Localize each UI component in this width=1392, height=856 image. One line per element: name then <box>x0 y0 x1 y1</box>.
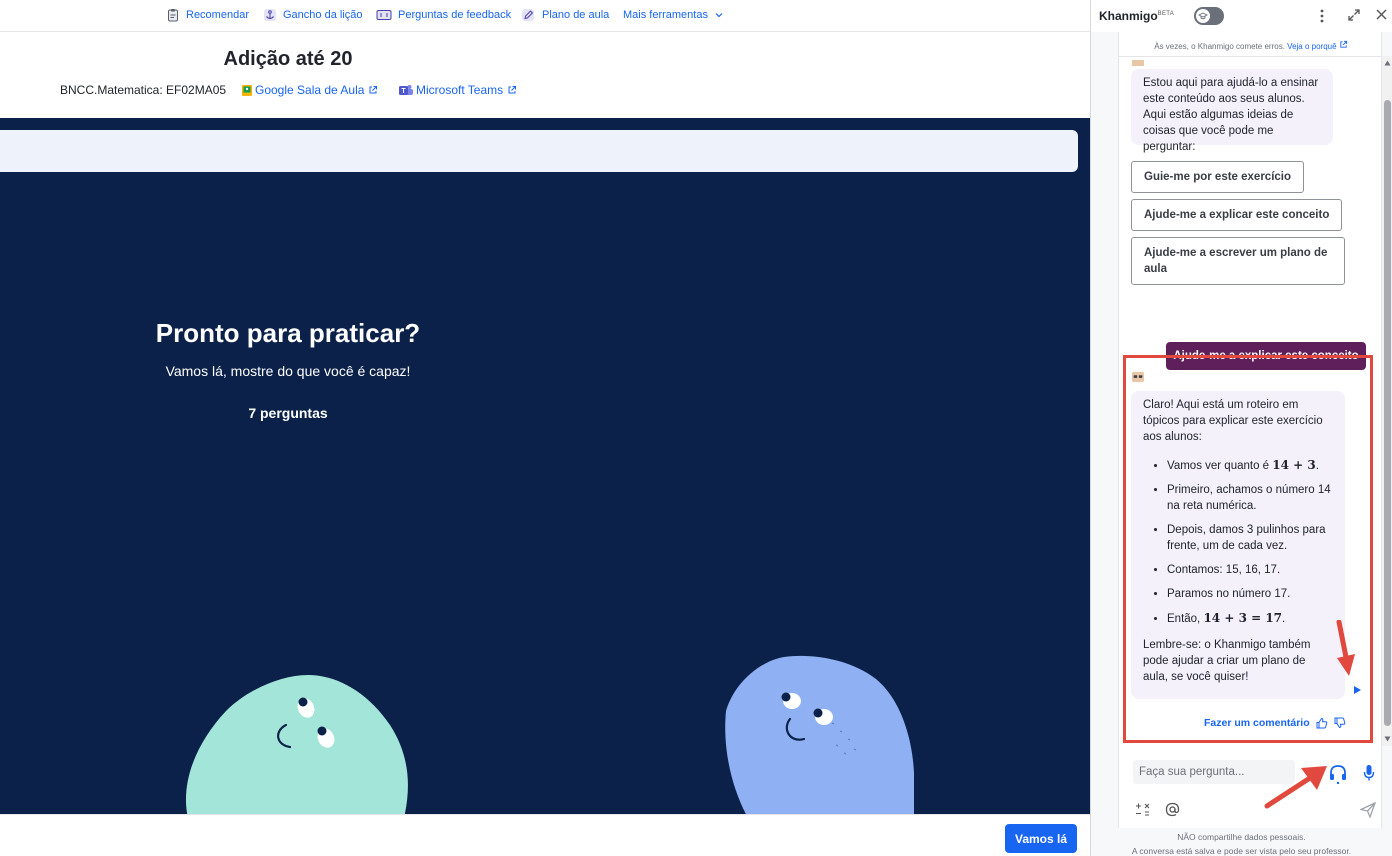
scroll-up-icon[interactable] <box>1384 60 1391 66</box>
list-item: Contamos: 15, 16, 17. <box>1167 562 1333 578</box>
khanmigo-title-text: Khanmigo <box>1099 9 1158 23</box>
lesson-header: Adição até 20 BNCC.Matematica: EF02MA05 … <box>0 33 1090 118</box>
khanmigo-avatar <box>1132 60 1144 66</box>
scroll-down-icon[interactable] <box>1384 736 1391 742</box>
math-expression: 14 + 3 <box>1272 458 1316 472</box>
intro-message: Estou aqui para ajudá-lo a ensinar este … <box>1131 69 1333 153</box>
khanmigo-title: KhanmigoBETA <box>1099 9 1174 23</box>
clipboard-icon <box>168 9 178 22</box>
google-classroom-label: Google Sala de Aula <box>255 83 365 97</box>
teams-icon: T <box>399 85 413 95</box>
ticket-icon <box>376 10 392 20</box>
send-icon[interactable] <box>1360 802 1376 818</box>
more-tools-label: Mais ferramentas <box>623 9 708 21</box>
feedback-row: Fazer um comentário <box>1204 717 1346 729</box>
feedback-questions-label: Perguntas de feedback <box>398 9 512 21</box>
khanmigo-avatar <box>1132 371 1144 383</box>
khanmigo-header: KhanmigoBETA <box>1091 0 1392 32</box>
chat-scrollbar[interactable] <box>1382 56 1392 746</box>
lesson-pane: Recomendar Gancho da lição Perguntas de … <box>0 0 1090 856</box>
graduation-cap-icon <box>1198 12 1208 20</box>
close-icon[interactable] <box>1375 8 1388 24</box>
headphones-icon[interactable] <box>1329 764 1347 784</box>
green-rock-character <box>185 675 408 814</box>
answer-outro: Lembre-se: o Khanmigo também pode ajudar… <box>1143 639 1311 683</box>
svg-text:T: T <box>401 88 406 95</box>
suggestion-write-lesson-plan[interactable]: Ajude-me a escrever um plano de aula <box>1131 237 1345 285</box>
recommend-button[interactable]: Recomendar <box>166 6 249 24</box>
google-classroom-icon <box>242 84 252 96</box>
khanmigo-toggle[interactable] <box>1194 7 1224 25</box>
bullet-text: Então, <box>1167 613 1201 625</box>
feedback-questions-button[interactable]: Perguntas de feedback <box>376 6 511 24</box>
list-item: Primeiro, achamos o número 14 na reta nu… <box>1167 482 1333 514</box>
external-link-icon <box>508 86 517 94</box>
privacy-notice-2: A conversa está salva e pode ser vista p… <box>1131 846 1352 856</box>
toggle-knob <box>1196 9 1210 23</box>
why-link[interactable]: Veja o porquê <box>1287 40 1348 51</box>
blue-rock-character <box>725 655 914 814</box>
suggestion-explain-concept[interactable]: Ajude-me a explicar este conceito <box>1131 199 1343 231</box>
lesson-hook-label: Gancho da lição <box>283 9 363 21</box>
comment-link[interactable]: Fazer um comentário <box>1204 717 1310 729</box>
ai-disclaimer: Às vezes, o Khanmigo comete erros. Veja … <box>1119 40 1383 51</box>
at-mention-icon[interactable] <box>1165 802 1180 817</box>
play-audio-icon[interactable] <box>1352 685 1362 695</box>
bncc-standard: BNCC.Matematica: EF02MA05 <box>60 83 227 97</box>
anchor-icon <box>264 9 276 21</box>
question-count: 7 perguntas <box>248 405 328 421</box>
bullet-text: Vamos ver quanto é <box>1167 460 1270 472</box>
suggestion-guide-exercise[interactable]: Guie-me por este exercício <box>1131 161 1305 193</box>
scrollbar-thumb[interactable] <box>1384 100 1391 726</box>
list-item: Paramos no número 17. <box>1167 586 1333 602</box>
chevron-down-icon <box>715 13 723 18</box>
practice-subtitle: Vamos lá, mostre do que você é capaz! <box>165 363 411 379</box>
answer-intro: Claro! Aqui está um roteiro em tópicos p… <box>1143 399 1323 443</box>
lesson-plan-button[interactable]: Plano de aula <box>521 6 609 24</box>
chat-panel: Às vezes, o Khanmigo comete erros. Veja … <box>1118 32 1392 828</box>
annotation-arrow-icon <box>1264 766 1327 809</box>
khanmigo-sidebar: KhanmigoBETA Às vezes, o Khanmigo comete… <box>1091 0 1392 856</box>
annotation-arrow-icon <box>1336 620 1355 676</box>
microsoft-teams-link[interactable]: T Microsoft Teams <box>399 83 517 97</box>
expand-icon[interactable] <box>1347 8 1361 25</box>
privacy-notice: NÃO compartilhe dados pessoais. <box>1177 832 1306 842</box>
math-expression: 14 + 3 = 17 <box>1203 611 1283 625</box>
math-keyboard-icon[interactable] <box>1135 803 1151 817</box>
microphone-icon[interactable] <box>1363 764 1375 782</box>
lesson-hook-button[interactable]: Gancho da lição <box>263 6 363 24</box>
lesson-plan-label: Plano de aula <box>542 9 610 21</box>
google-classroom-link[interactable]: Google Sala de Aula <box>242 83 378 97</box>
thumbs-down-icon[interactable] <box>1334 717 1346 729</box>
answer-list: Vamos ver quanto é 14 + 3. Primeiro, ach… <box>1143 457 1333 627</box>
microsoft-teams-label: Microsoft Teams <box>416 83 504 97</box>
pencil-icon <box>522 9 534 21</box>
disclaimer-text: Às vezes, o Khanmigo comete erros. <box>1154 42 1285 51</box>
practice-footer: Vamos lá <box>0 814 1090 856</box>
beta-badge: BETA <box>1157 11 1175 17</box>
list-item: Então, 14 + 3 = 17. <box>1167 610 1333 627</box>
progress-strip <box>0 130 1078 172</box>
recommend-label: Recomendar <box>186 9 249 21</box>
external-link-icon <box>1340 40 1347 48</box>
external-link-icon <box>369 86 378 94</box>
practice-title: Pronto para praticar? <box>155 318 421 348</box>
more-options-icon[interactable] <box>1319 8 1325 27</box>
lesson-title: Adição até 20 <box>223 48 353 70</box>
thumbs-up-icon[interactable] <box>1316 717 1328 729</box>
practice-intro-panel: Pronto para praticar? Vamos lá, mostre d… <box>0 118 1090 814</box>
answer-message: Claro! Aqui está um roteiro em tópicos p… <box>1131 391 1345 699</box>
teacher-toolbar: Recomendar Gancho da lição Perguntas de … <box>0 0 1090 32</box>
more-tools-button[interactable]: Mais ferramentas <box>623 6 730 24</box>
start-practice-button[interactable]: Vamos lá <box>1005 824 1077 853</box>
list-item: Vamos ver quanto é 14 + 3. <box>1167 457 1333 474</box>
why-link-text: Veja o porquê <box>1287 42 1337 51</box>
list-item: Depois, damos 3 pulinhos para frente, um… <box>1167 522 1333 554</box>
